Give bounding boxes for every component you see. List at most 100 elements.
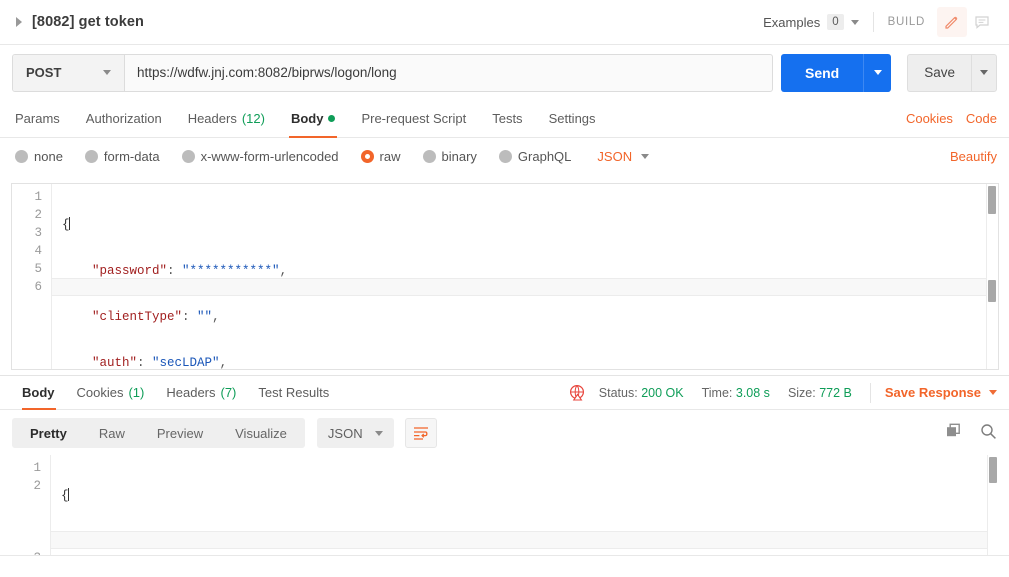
save-response-button[interactable]: Save Response [885, 385, 997, 400]
tab-params[interactable]: Params [12, 100, 73, 137]
status-value: 200 OK [641, 385, 684, 400]
response-tab-body[interactable]: Body [12, 376, 66, 410]
code-link[interactable]: Code [966, 111, 997, 126]
beautify-button[interactable]: Beautify [950, 149, 997, 164]
line-number: 6 [34, 280, 42, 294]
line-number: 4 [34, 244, 42, 258]
tab-pre-request-script[interactable]: Pre-request Script [348, 100, 479, 137]
scrollbar-thumb[interactable] [988, 186, 996, 214]
request-body-editor[interactable]: 1 2 3 4 5 6 { "password": "***********",… [11, 183, 999, 370]
body-type-urlencoded[interactable]: x-www-form-urlencoded [181, 148, 339, 164]
tab-body[interactable]: Body [278, 100, 349, 138]
request-code-lines[interactable]: { "password": "***********", "clientType… [52, 184, 998, 369]
request-editor-scrollbar[interactable] [986, 184, 998, 369]
time-label: Time: [701, 385, 733, 400]
json-key: "password" [92, 264, 168, 278]
body-type-none[interactable]: none [15, 149, 63, 164]
status-badge: Status: 200 OK [599, 386, 684, 400]
copy-icon[interactable] [946, 423, 963, 443]
body-type-form-data[interactable]: form-data [84, 149, 160, 164]
line-number: 2 [33, 479, 41, 493]
radio-label: raw [379, 148, 401, 164]
size-value: 772 B [819, 385, 852, 400]
view-pretty[interactable]: Pretty [14, 420, 83, 446]
tab-settings[interactable]: Settings [536, 100, 609, 137]
send-button-group: Send [780, 53, 892, 92]
chevron-down-icon [103, 70, 111, 75]
tab-tests[interactable]: Tests [479, 100, 535, 137]
body-format-select[interactable]: JSON [597, 148, 650, 164]
send-button[interactable]: Send [780, 53, 864, 92]
response-format-select[interactable]: JSON [316, 418, 394, 448]
line-number: 3 [34, 226, 42, 240]
chevron-down-icon [850, 19, 859, 25]
json-value: "secLDAP" [152, 356, 220, 370]
code-line-3: "clientType": "", [92, 310, 220, 324]
examples-label: Examples [763, 14, 821, 30]
code-line-4: "auth": "secLDAP", [92, 356, 228, 370]
title-bar-actions: Examples 0 BUILD [763, 7, 997, 37]
response-code-area[interactable]: 1 2 3 { "logonToken": "awsbhunva3144:640… [11, 455, 999, 555]
view-raw[interactable]: Raw [83, 420, 141, 446]
tab-headers[interactable]: Headers (12) [175, 100, 278, 137]
radio-label: x-www-form-urlencoded [200, 148, 339, 164]
scrollbar-thumb[interactable] [989, 457, 997, 483]
divider [869, 382, 871, 403]
comment-icon[interactable] [967, 7, 997, 37]
pencil-icon[interactable] [937, 7, 967, 37]
scrollbar-thumb-secondary[interactable] [988, 280, 996, 302]
examples-count-badge: 0 [827, 14, 844, 30]
tab-count: (12) [241, 111, 265, 126]
response-tab-cookies[interactable]: Cookies (1) [66, 376, 156, 409]
build-button[interactable]: BUILD [888, 16, 925, 28]
response-tab-test-results[interactable]: Test Results [247, 376, 340, 409]
url-input[interactable] [125, 54, 772, 91]
http-method-select[interactable]: POST [13, 54, 125, 91]
tab-label: Test Results [258, 385, 330, 400]
tab-authorization[interactable]: Authorization [73, 100, 175, 137]
body-type-graphql[interactable]: GraphQL [498, 148, 572, 164]
divider [872, 12, 874, 32]
triangle-right-icon[interactable] [12, 15, 26, 29]
time-value: 3.08 s [735, 385, 770, 400]
url-bar: POST Send Save [0, 45, 1009, 100]
active-line-highlight [52, 278, 998, 296]
size-label: Size: [787, 385, 816, 400]
body-format-value: JSON [597, 148, 633, 164]
radio-label: GraphQL [517, 148, 572, 164]
save-button[interactable]: Save [907, 53, 971, 92]
request-code-area[interactable]: 1 2 3 4 5 6 { "password": "***********",… [12, 184, 998, 369]
response-body-viewer[interactable]: 1 2 3 { "logonToken": "awsbhunva3144:640… [11, 455, 999, 555]
search-icon[interactable] [980, 423, 997, 443]
radio-icon [498, 149, 512, 163]
body-actions: Beautify [950, 149, 997, 164]
examples-dropdown[interactable]: Examples 0 [763, 14, 859, 30]
response-editor-scrollbar[interactable] [987, 455, 999, 555]
tab-label: Body [22, 385, 55, 400]
tab-count: (7) [220, 385, 237, 400]
body-type-raw[interactable]: raw [360, 148, 401, 164]
line-number-spacer2 [11, 531, 50, 549]
json-key: "auth" [92, 356, 138, 370]
line-number: 1 [34, 190, 42, 204]
radio-icon [181, 149, 195, 163]
chevron-down-icon [374, 430, 383, 436]
response-line-numbers: 1 2 3 [11, 455, 51, 555]
tab-label: Params [15, 111, 60, 126]
chevron-down-icon [980, 70, 988, 75]
active-line-highlight [51, 531, 999, 549]
response-status-bar: Status: 200 OK Time: 3.08 s Size: 772 B … [569, 376, 997, 409]
view-preview[interactable]: Preview [141, 420, 219, 446]
cookies-link[interactable]: Cookies [906, 111, 953, 126]
send-options-dropdown[interactable] [863, 53, 892, 92]
response-format-value: JSON [327, 425, 363, 441]
save-options-dropdown[interactable] [971, 53, 997, 92]
view-visualize[interactable]: Visualize [219, 420, 303, 446]
globe-warning-icon[interactable] [569, 384, 586, 401]
postman-request-window: [8082] get token Examples 0 BUILD POST h… [0, 0, 1009, 577]
response-tab-headers[interactable]: Headers (7) [155, 376, 247, 409]
text-cursor [68, 217, 70, 230]
page-title: [8082] get token [32, 14, 144, 30]
wrap-lines-icon[interactable] [404, 418, 437, 448]
body-type-binary[interactable]: binary [422, 149, 477, 164]
